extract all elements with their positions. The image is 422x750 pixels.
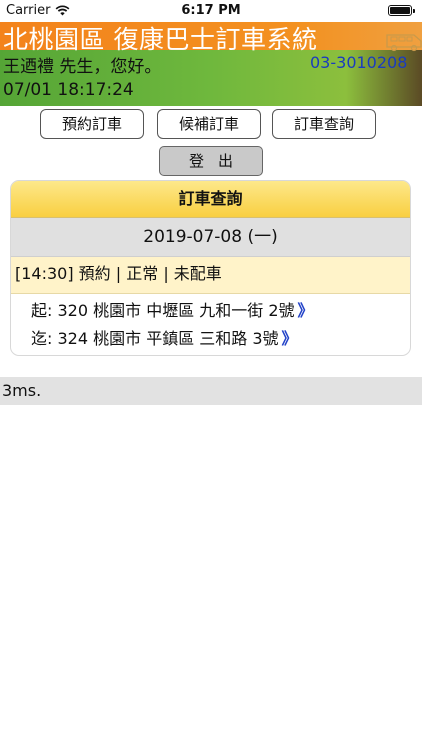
chevron-right-icon: 》	[281, 329, 298, 348]
booking-date: 2019-07-08 (一)	[11, 218, 410, 257]
clock: 6:17 PM	[181, 3, 241, 18]
card-title: 訂車查詢	[11, 181, 410, 218]
address-list: 起: 320 桃園市 中壢區 九和一街 2號》 迄: 324 桃園市 平鎮區 三…	[11, 294, 410, 353]
booking-card: 訂車查詢 2019-07-08 (一) [14:30] 預約 | 正常 | 未配…	[10, 180, 411, 356]
status-bar: Carrier 6:17 PM	[0, 0, 422, 22]
chevron-right-icon: 》	[297, 301, 314, 320]
origin-address[interactable]: 起: 320 桃園市 中壢區 九和一街 2號》	[11, 297, 410, 325]
booking-status: [14:30] 預約 | 正常 | 未配車	[11, 257, 410, 294]
render-timing: 3ms.	[0, 377, 422, 405]
origin-text: 起: 320 桃園市 中壢區 九和一街 2號	[31, 301, 295, 320]
header-banner: 北桃園區 復康巴士訂車系統 王迺禮 先生，您好。 03-3010208 07/0…	[0, 22, 422, 106]
bus-icon	[386, 34, 422, 52]
destination-text: 迄: 324 桃園市 平鎮區 三和路 3號	[31, 329, 279, 348]
battery-icon	[388, 5, 415, 16]
query-button[interactable]: 訂車查詢	[272, 109, 376, 139]
current-datetime: 07/01 18:17:24	[3, 80, 134, 100]
destination-address[interactable]: 迄: 324 桃園市 平鎮區 三和路 3號》	[11, 325, 410, 353]
app-title: 北桃園區 復康巴士訂車系統	[3, 25, 318, 54]
logout-button[interactable]: 登出	[159, 146, 263, 176]
user-greeting: 王迺禮 先生，您好。	[3, 57, 162, 77]
reserve-button[interactable]: 預約訂車	[40, 109, 144, 139]
standby-button[interactable]: 候補訂車	[157, 109, 261, 139]
phone-number[interactable]: 03-3010208	[310, 53, 407, 72]
